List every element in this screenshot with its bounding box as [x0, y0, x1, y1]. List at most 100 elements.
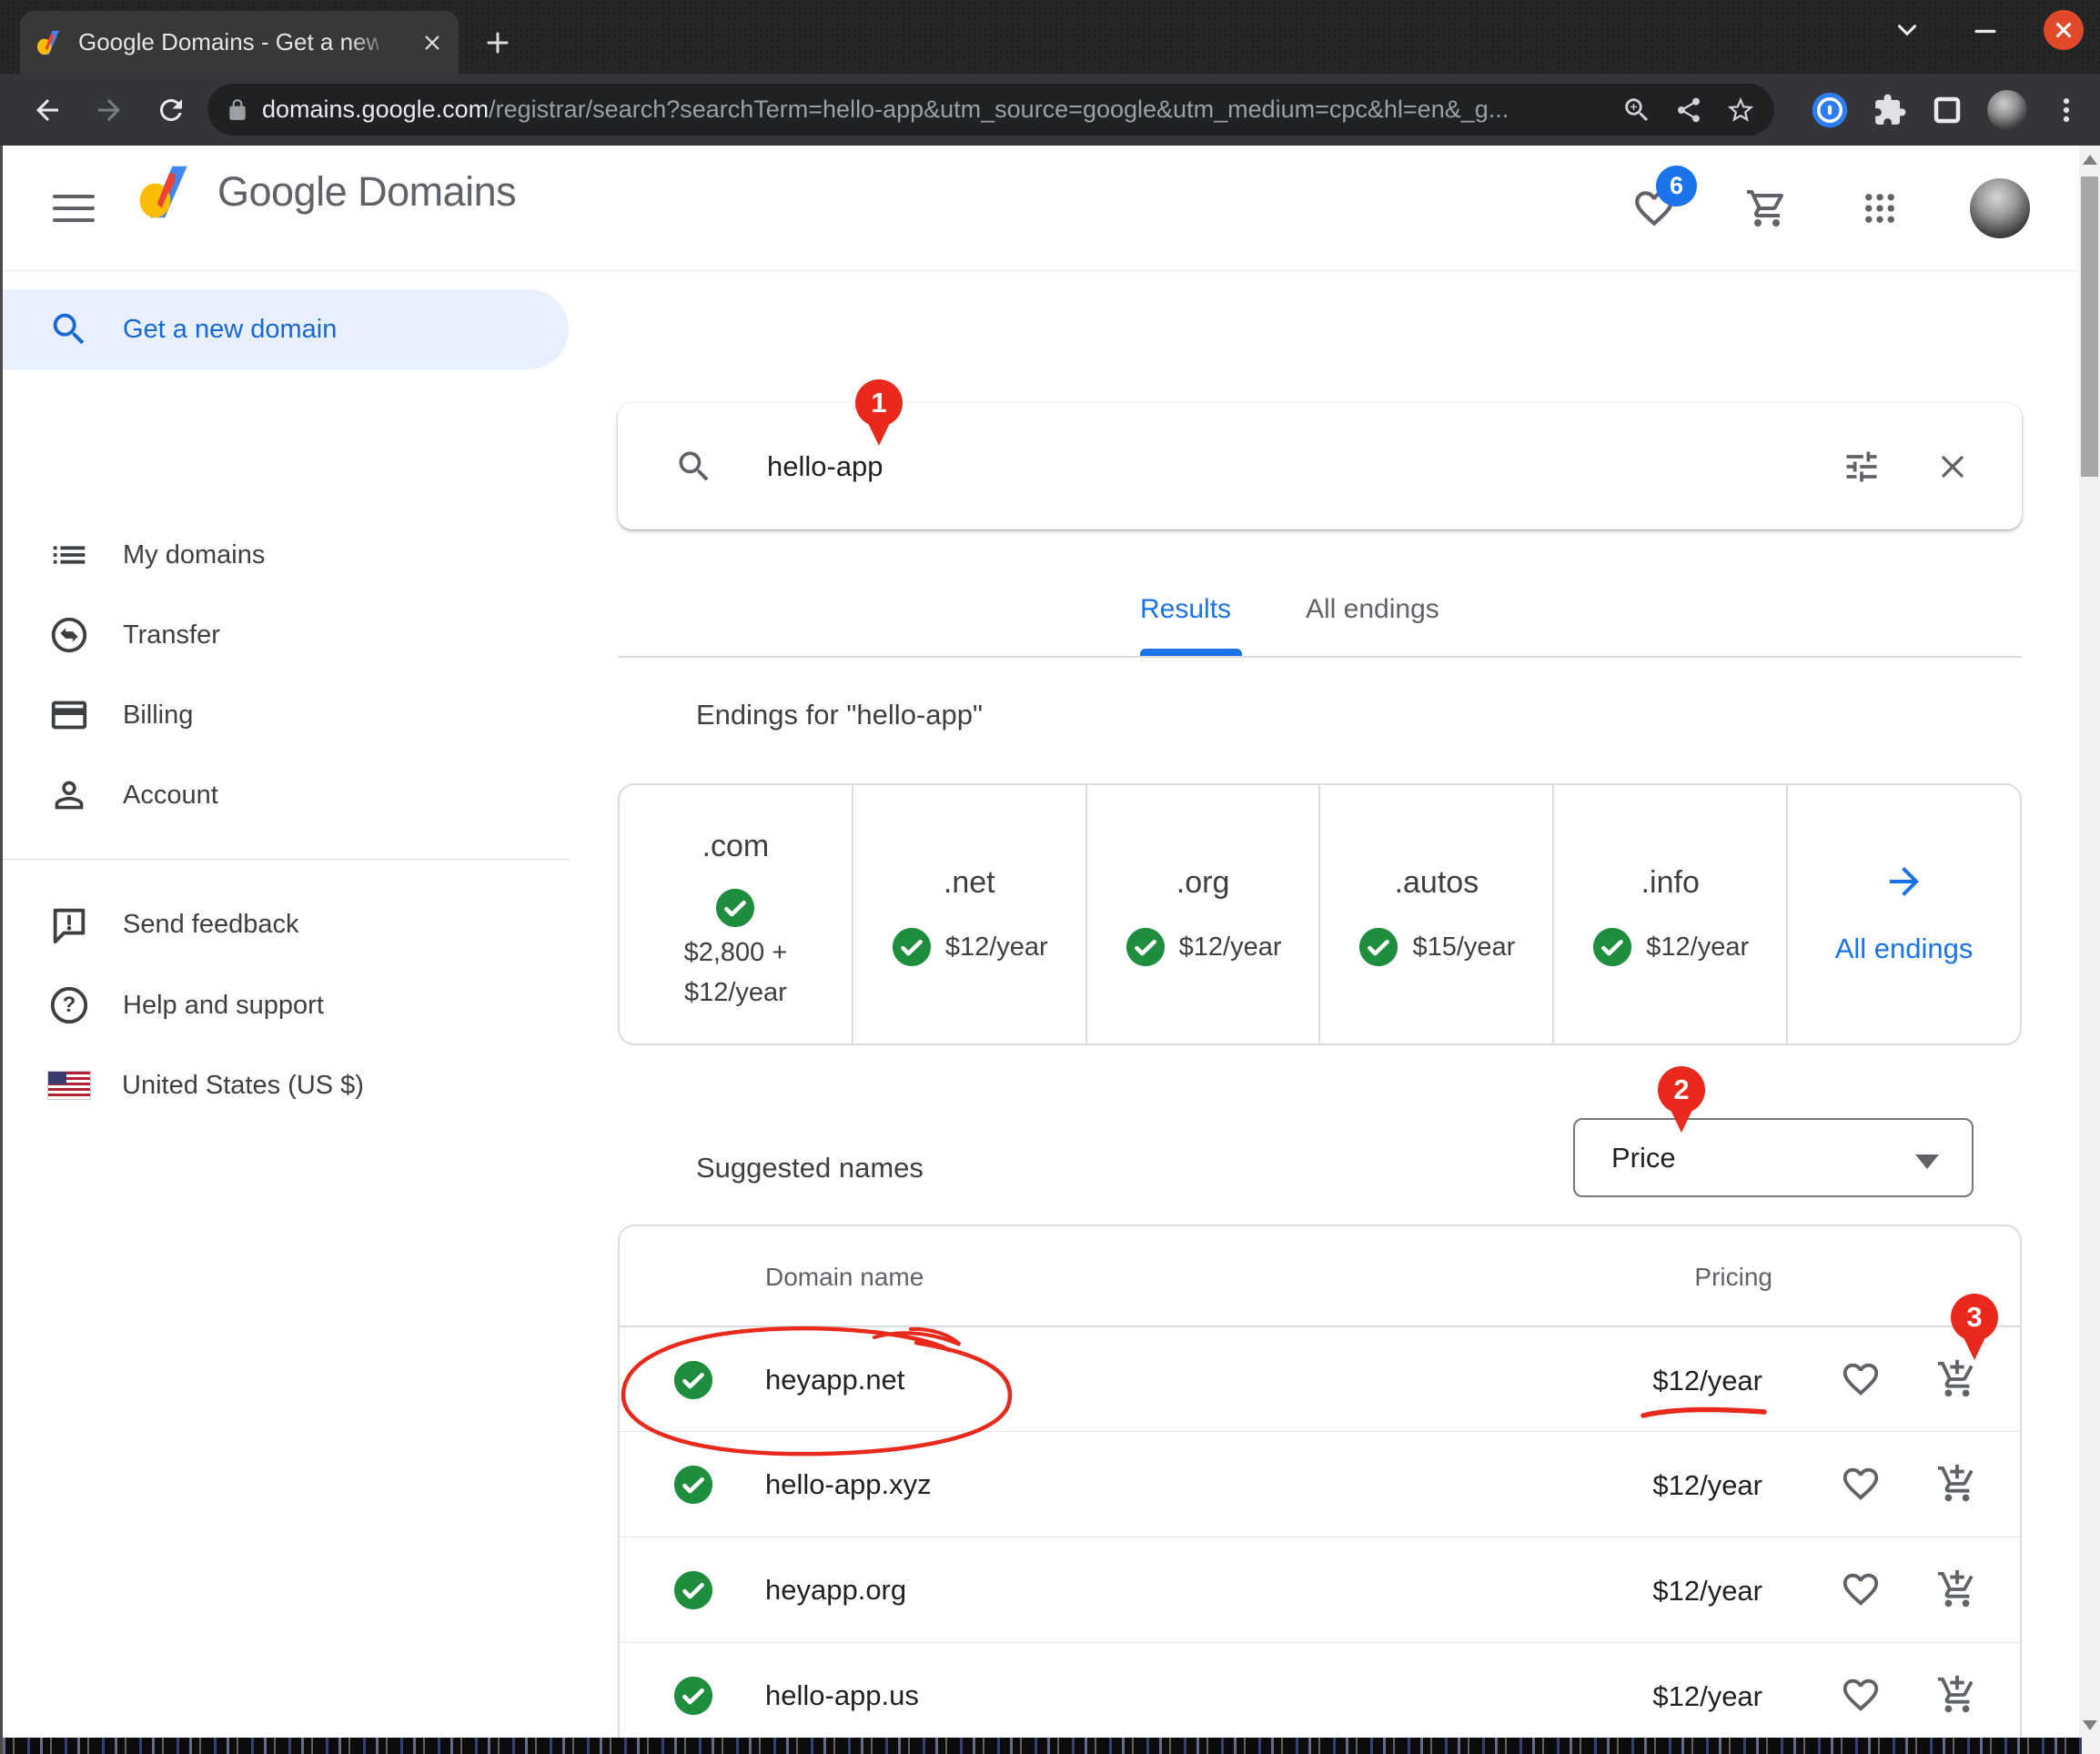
cut-off-text-strip — [3, 1738, 2082, 1754]
table-row[interactable]: hello-app.xyz $12/year — [620, 1431, 2020, 1537]
tabs-divider — [618, 656, 2022, 658]
table-row[interactable]: heyapp.org $12/year — [620, 1537, 2020, 1642]
page-scrollbar[interactable] — [2079, 146, 2100, 1754]
add-to-cart-icon[interactable] — [1936, 1358, 1978, 1400]
password-manager-extension-icon[interactable] — [1811, 91, 1849, 129]
tld-label: .net — [853, 865, 1085, 901]
tab-all-endings[interactable]: All endings — [1306, 582, 1439, 637]
endings-card-strip: .com $2,800 + $12/year .net $12/year .or… — [618, 783, 2022, 1045]
ending-option-net[interactable]: .net $12/year — [853, 785, 1087, 1043]
share-icon[interactable] — [1674, 96, 1703, 125]
browser-toolbar: domains.google.com/registrar/search?sear… — [0, 74, 2100, 146]
add-to-cart-icon[interactable] — [1936, 1568, 1978, 1610]
browser-window: Google Domains - Get a new d — [0, 0, 2100, 1754]
address-bar[interactable]: domains.google.com/registrar/search?sear… — [207, 84, 1774, 136]
domain-search-box — [618, 403, 2022, 529]
available-check-icon — [1125, 926, 1166, 968]
wishlist-heart-icon[interactable] — [1840, 1358, 1882, 1400]
scrollbar-up-arrow-icon[interactable] — [2083, 155, 2097, 165]
domain-price: $12/year — [1652, 1575, 1762, 1608]
tab-title-fade — [348, 11, 411, 74]
scrollbar-down-arrow-icon[interactable] — [2083, 1720, 2097, 1730]
window-controls — [1887, 0, 2084, 60]
ending-option-info[interactable]: .info $12/year — [1554, 785, 1788, 1043]
domain-price: $12/year — [1652, 1469, 1762, 1502]
new-tab-button[interactable] — [480, 25, 515, 60]
suggested-names-table: Domain name Pricing heyapp.net $12/year … — [618, 1225, 2022, 1739]
window-close-icon[interactable] — [2044, 10, 2084, 50]
domain-name: heyapp.net — [765, 1364, 904, 1396]
sort-by-dropdown[interactable]: Price — [1573, 1118, 1974, 1197]
list-icon — [48, 534, 90, 576]
brand[interactable]: Google Domains — [137, 164, 516, 220]
sidebar-item-billing[interactable]: Billing — [3, 675, 569, 755]
available-check-icon — [672, 1464, 714, 1506]
all-endings-link[interactable]: All endings — [1788, 785, 2020, 1043]
tab-close-icon[interactable] — [419, 29, 446, 56]
extensions-puzzle-icon[interactable] — [1873, 93, 1907, 127]
cart-icon — [1745, 186, 1789, 230]
bookmark-star-icon[interactable] — [1725, 95, 1756, 126]
suggested-names-heading: Suggested names — [696, 1152, 924, 1184]
forward-icon[interactable] — [84, 85, 135, 136]
url-text: domains.google.com/registrar/search?sear… — [262, 96, 1621, 124]
ending-option-com[interactable]: .com $2,800 + $12/year — [620, 785, 853, 1043]
search-icon — [674, 447, 714, 487]
tab-results[interactable]: Results — [1140, 582, 1231, 637]
tld-label: .autos — [1320, 865, 1552, 901]
table-row[interactable]: hello-app.us $12/year — [620, 1642, 2020, 1739]
side-panel-icon[interactable] — [1931, 94, 1964, 126]
zoom-in-icon[interactable] — [1621, 95, 1652, 126]
google-domains-logo-icon — [137, 164, 197, 220]
sidebar-item-get-a-new-domain[interactable]: Get a new domain — [3, 289, 569, 369]
account-avatar[interactable] — [1970, 178, 2030, 238]
browser-tab[interactable]: Google Domains - Get a new d — [20, 11, 459, 74]
tld-label: .com — [620, 829, 852, 864]
cart-button[interactable] — [1744, 186, 1790, 231]
sidebar-item-label: United States (US $) — [122, 1071, 364, 1101]
sidebar-item-send-feedback[interactable]: Send feedback — [3, 884, 569, 964]
sidebar-item-help-and-support[interactable]: ? Help and support — [3, 965, 569, 1045]
table-row[interactable]: heyapp.net $12/year — [620, 1326, 2020, 1431]
search-icon — [48, 308, 90, 350]
omnibox-actions — [1621, 95, 1756, 126]
back-icon[interactable] — [22, 85, 73, 136]
menu-hamburger-icon[interactable] — [53, 188, 95, 228]
add-to-cart-icon[interactable] — [1936, 1463, 1978, 1505]
annotation-marker-2: 2 — [1658, 1066, 1705, 1114]
feedback-icon — [48, 903, 90, 945]
sidebar-item-label: Billing — [123, 701, 193, 731]
sidebar-item-my-domains[interactable]: My domains — [3, 515, 569, 595]
wishlist-button[interactable]: 6 — [1631, 186, 1677, 231]
domain-name: hello-app.xyz — [765, 1468, 932, 1501]
domain-search-input[interactable] — [767, 450, 1842, 483]
site-header: Google Domains 6 — [3, 146, 2100, 271]
domain-price: $12/year — [1652, 1365, 1762, 1397]
sidebar-item-transfer[interactable]: Transfer — [3, 595, 569, 675]
reload-icon[interactable] — [146, 85, 197, 136]
available-check-icon — [714, 887, 756, 929]
tld-label: .org — [1087, 865, 1319, 901]
wishlist-heart-icon[interactable] — [1840, 1568, 1882, 1610]
ending-price: $15/year — [1412, 932, 1515, 963]
sidebar-item-region-currency[interactable]: United States (US $) — [3, 1045, 569, 1125]
google-apps-button[interactable] — [1857, 186, 1903, 231]
clear-search-icon[interactable] — [1934, 449, 1971, 485]
window-minimize-icon[interactable] — [1965, 10, 2005, 50]
browser-profile-avatar[interactable] — [1987, 90, 2027, 130]
browser-menu-icon[interactable] — [2051, 95, 2082, 126]
credit-card-icon — [48, 694, 90, 736]
scrollbar-thumb[interactable] — [2081, 176, 2098, 477]
wishlist-heart-icon[interactable] — [1840, 1674, 1882, 1716]
sidebar-nav: Get a new domain My domains Transfer Bil… — [3, 271, 596, 1754]
add-to-cart-icon[interactable] — [1936, 1674, 1978, 1716]
sidebar-item-label: Help and support — [123, 991, 324, 1021]
ending-option-autos[interactable]: .autos $15/year — [1320, 785, 1554, 1043]
ending-option-org[interactable]: .org $12/year — [1087, 785, 1321, 1043]
wishlist-heart-icon[interactable] — [1840, 1463, 1882, 1505]
filter-tune-icon[interactable] — [1842, 447, 1882, 487]
column-pricing: Pricing — [1694, 1263, 1772, 1292]
window-restore-icon[interactable] — [1887, 10, 1927, 50]
sidebar-item-account[interactable]: Account — [3, 755, 569, 835]
help-icon: ? — [48, 984, 90, 1026]
